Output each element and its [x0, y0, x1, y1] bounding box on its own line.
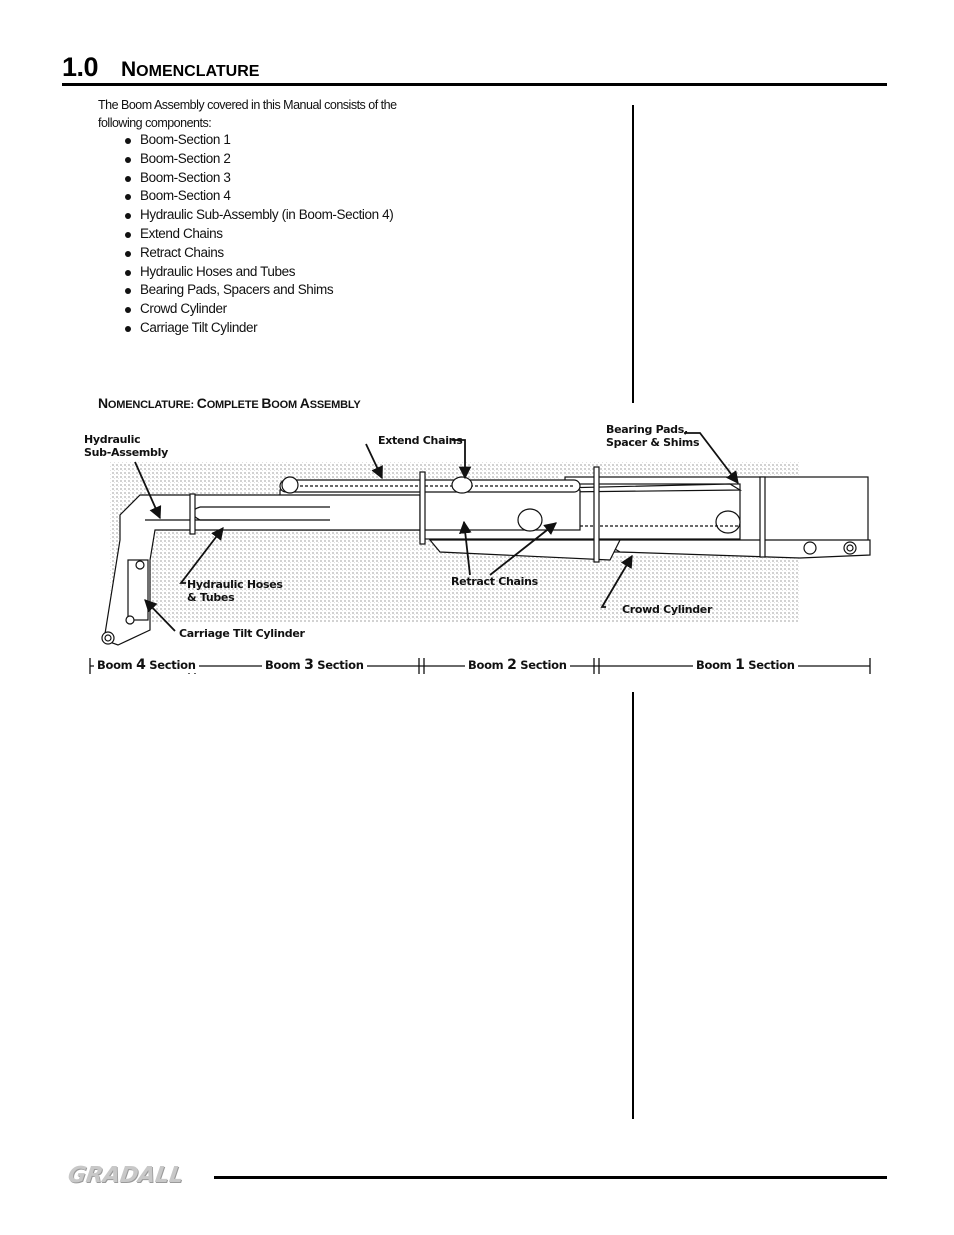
bullet-icon	[125, 307, 131, 314]
callout-extend-chains: Extend Chains	[378, 434, 463, 447]
callout-carriage-tilt-cylinder: Carriage Tilt Cylinder	[179, 627, 305, 640]
list-item: Boom-Section 2	[124, 150, 393, 169]
component-list: Boom-Section 1 Boom-Section 2 Boom-Secti…	[124, 131, 394, 338]
bullet-icon	[125, 288, 131, 295]
header-rule	[62, 83, 887, 86]
list-item: Bearing Pads, Spacers and Shims	[124, 281, 393, 300]
bullet-icon	[125, 156, 131, 163]
list-item: Retract Chains	[124, 244, 393, 263]
bullet-icon	[125, 175, 131, 182]
bullet-icon	[125, 231, 131, 238]
callout-hydraulic-hoses: Hydraulic Hoses & Tubes	[187, 578, 283, 604]
column-divider-top	[632, 105, 634, 403]
list-item: Extend Chains	[124, 225, 393, 244]
callout-crowd-cylinder: Crowd Cylinder	[622, 603, 713, 616]
section-label-boom-3: Boom 3 Section	[262, 657, 367, 673]
bullet-icon	[125, 194, 131, 201]
list-item: Crowd Cylinder	[124, 300, 393, 319]
boom-assembly-diagram	[89, 432, 871, 674]
list-item: Boom-Section 3	[124, 169, 393, 188]
section-label-boom-2: Boom 2 Section	[465, 657, 570, 673]
bullet-icon	[125, 269, 131, 276]
figure-title: NOMENCLATURE: COMPLETE BOOM ASSEMBLY	[98, 395, 361, 411]
bullet-icon	[125, 213, 131, 220]
intro-paragraph: The Boom Assembly covered in this Manual…	[98, 98, 397, 130]
list-item: Boom-Section 1	[124, 131, 393, 150]
list-item: Hydraulic Hoses and Tubes	[124, 263, 393, 282]
list-item: Boom-Section 4	[124, 187, 393, 206]
bullet-icon	[125, 138, 131, 144]
section-heading: 1.0 NOMENCLATURE	[62, 52, 259, 83]
callout-retract-chains: Retract Chains	[451, 575, 538, 588]
callout-bearing-pads: Bearing Pads, Spacer & Shims	[606, 423, 700, 449]
list-item: Hydraulic Sub-Assembly (in Boom-Section …	[124, 206, 394, 225]
section-label-boom-4: Boom 4 Section	[94, 657, 199, 673]
section-title: NOMENCLATURE	[121, 58, 260, 81]
column-divider-bottom	[632, 692, 634, 1119]
callout-hydraulic-sub-assembly: Hydraulic Sub-Assembly	[84, 433, 168, 459]
footer-rule	[214, 1176, 887, 1179]
section-label-boom-1: Boom 1 Section	[693, 657, 798, 673]
bullet-icon	[125, 325, 131, 332]
section-number: 1.0	[62, 52, 99, 82]
gradall-logo: GRADALL	[66, 1163, 186, 1188]
bullet-icon	[125, 250, 131, 257]
list-item: Carriage Tilt Cylinder	[124, 319, 393, 338]
